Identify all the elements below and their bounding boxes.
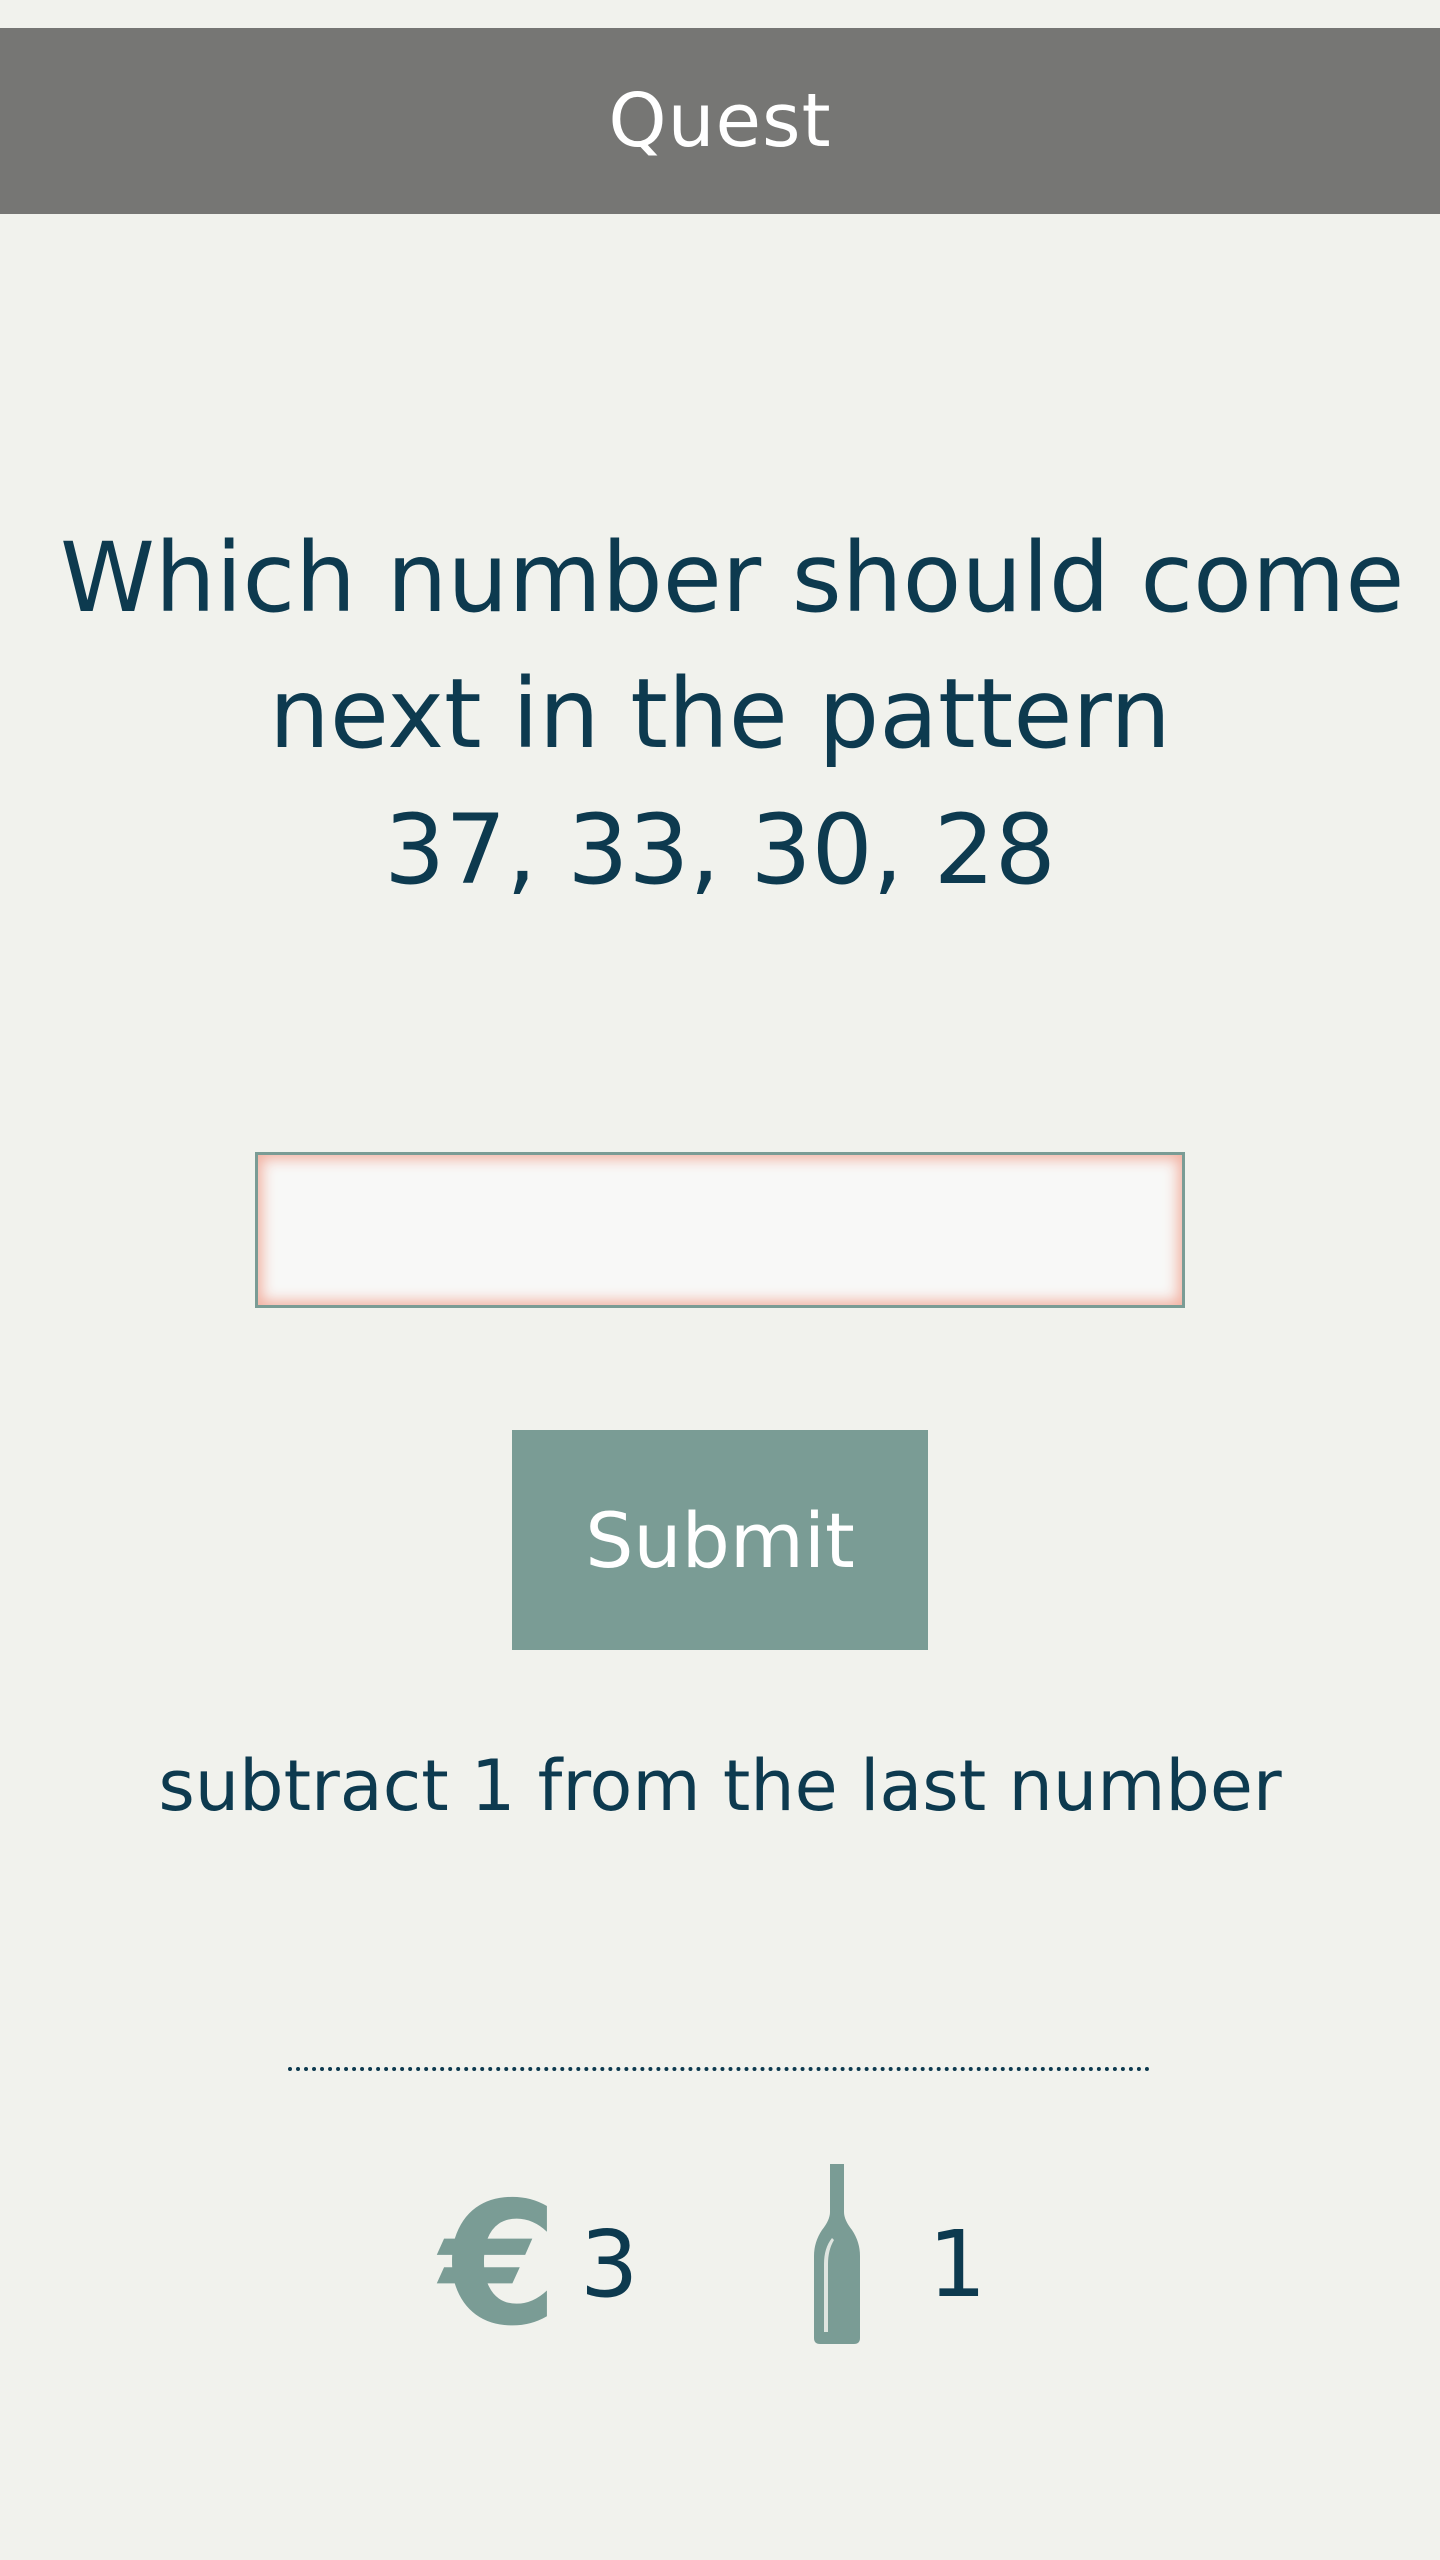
question-text: Which number should come next in the pat… xyxy=(60,510,1405,918)
dotted-divider xyxy=(288,2067,1150,2071)
question-line-1: Which number should come xyxy=(60,522,1405,634)
question-line-2: next in the pattern xyxy=(268,658,1171,770)
page-title: Quest xyxy=(608,78,832,164)
header-bar: Quest xyxy=(0,28,1440,214)
stats-bar: € 3 1 xyxy=(0,2150,1440,2360)
bottle-icon xyxy=(814,2164,860,2344)
coins-count: 3 xyxy=(580,2211,639,2318)
bottles-count: 1 xyxy=(928,2211,987,2318)
answer-input[interactable] xyxy=(255,1152,1185,1308)
submit-button[interactable]: Submit xyxy=(512,1430,928,1650)
hint-text: subtract 1 from the last number xyxy=(158,1745,1282,1827)
euro-icon: € xyxy=(440,2166,559,2364)
question-pattern: 37, 33, 30, 28 xyxy=(384,794,1056,906)
